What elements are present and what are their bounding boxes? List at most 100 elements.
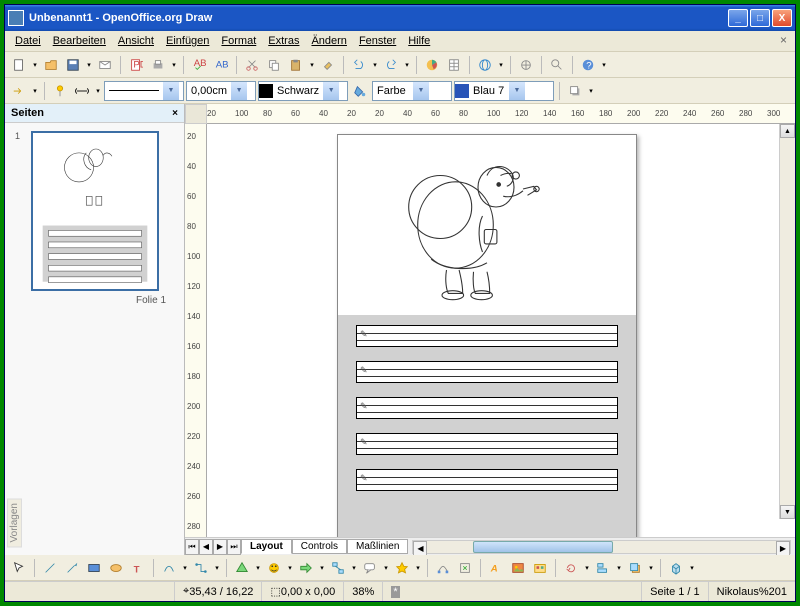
- arrow-line-tool[interactable]: [62, 558, 82, 578]
- vorlagen-tab[interactable]: Vorlagen: [7, 498, 22, 547]
- fill-color-combo[interactable]: Blau 7 ▼: [454, 81, 554, 101]
- menu-einfuegen[interactable]: Einfügen: [160, 33, 215, 49]
- new-dropdown[interactable]: ▾: [31, 55, 39, 75]
- page-thumbnail-1[interactable]: [31, 131, 159, 291]
- line-ends-button[interactable]: [72, 81, 92, 101]
- menu-datei[interactable]: Datei: [9, 33, 47, 49]
- doc-close-icon[interactable]: ×: [776, 33, 791, 49]
- ellipse-tool[interactable]: [106, 558, 126, 578]
- calc-button[interactable]: [444, 55, 464, 75]
- autospell-button[interactable]: ABC: [211, 55, 231, 75]
- cut-button[interactable]: [242, 55, 262, 75]
- select-tool[interactable]: [9, 558, 29, 578]
- line-style-combo[interactable]: ▼: [104, 81, 184, 101]
- gluepoints-tool[interactable]: [455, 558, 475, 578]
- rect-tool[interactable]: [84, 558, 104, 578]
- paste-button[interactable]: [286, 55, 306, 75]
- text-tool[interactable]: T: [128, 558, 148, 578]
- scroll-up-icon[interactable]: ▲: [780, 124, 795, 138]
- spellcheck-button[interactable]: ABC: [189, 55, 209, 75]
- stars-tool[interactable]: [392, 558, 412, 578]
- chart-button[interactable]: [422, 55, 442, 75]
- horizontal-scrollbar[interactable]: ◀ ▶: [412, 540, 791, 554]
- writing-line[interactable]: [356, 361, 618, 383]
- basic-shapes-tool[interactable]: [232, 558, 252, 578]
- from-file-tool[interactable]: [508, 558, 528, 578]
- minimize-button[interactable]: _: [728, 9, 748, 27]
- arrow-style-button[interactable]: [9, 81, 29, 101]
- callouts-tool[interactable]: [360, 558, 380, 578]
- line-color-combo[interactable]: Schwarz ▼: [258, 81, 348, 101]
- line-width-combo[interactable]: 0,00cm ▼: [186, 81, 256, 101]
- scroll-left-icon[interactable]: ◀: [413, 541, 427, 556]
- close-panel-icon[interactable]: ×: [172, 108, 178, 119]
- menu-hilfe[interactable]: Hilfe: [402, 33, 436, 49]
- new-button[interactable]: [9, 55, 29, 75]
- chevron-down-icon[interactable]: ▼: [231, 82, 247, 100]
- shadow-button[interactable]: [565, 81, 585, 101]
- export-pdf-button[interactable]: PDF: [126, 55, 146, 75]
- status-zoom[interactable]: 38%: [344, 582, 383, 601]
- scroll-right-icon[interactable]: ▶: [776, 541, 790, 556]
- chevron-down-icon[interactable]: ▼: [509, 82, 525, 100]
- vertical-scrollbar[interactable]: ▲ ▼: [779, 124, 795, 519]
- tab-first-button[interactable]: ⏮: [185, 539, 199, 555]
- line-style-button[interactable]: [50, 81, 70, 101]
- block-arrows-tool[interactable]: [296, 558, 316, 578]
- tab-layout[interactable]: Layout: [241, 539, 292, 554]
- menu-format[interactable]: Format: [215, 33, 262, 49]
- toolbar-more-2[interactable]: ▾: [688, 558, 696, 578]
- mail-button[interactable]: [95, 55, 115, 75]
- chevron-down-icon[interactable]: ▼: [413, 82, 429, 100]
- redo-button[interactable]: [381, 55, 401, 75]
- extrusion-tool[interactable]: [666, 558, 686, 578]
- tab-masslinien[interactable]: Maßlinien: [347, 539, 408, 554]
- horizontal-ruler[interactable]: 2010080604020204060801001201401601802002…: [207, 104, 795, 124]
- help-dropdown[interactable]: ▾: [600, 55, 608, 75]
- paste-dropdown[interactable]: ▾: [308, 55, 316, 75]
- symbol-shapes-tool[interactable]: [264, 558, 284, 578]
- arrow-style-dropdown[interactable]: ▾: [31, 81, 39, 101]
- chevron-down-icon[interactable]: ▼: [323, 82, 339, 100]
- menu-aendern[interactable]: Ändern: [305, 33, 352, 49]
- print-button[interactable]: [148, 55, 168, 75]
- writing-line[interactable]: [356, 397, 618, 419]
- chevron-down-icon[interactable]: ▼: [163, 82, 179, 100]
- scroll-down-icon[interactable]: ▼: [780, 505, 795, 519]
- writing-line[interactable]: [356, 325, 618, 347]
- points-edit-tool[interactable]: [433, 558, 453, 578]
- undo-button[interactable]: [349, 55, 369, 75]
- santa-image[interactable]: [338, 135, 636, 315]
- help-button[interactable]: ?: [578, 55, 598, 75]
- curve-tool[interactable]: [159, 558, 179, 578]
- writing-lines-area[interactable]: [338, 315, 636, 537]
- zoom-button[interactable]: [547, 55, 567, 75]
- connector-tool[interactable]: [191, 558, 211, 578]
- curve-dropdown[interactable]: ▾: [181, 558, 189, 578]
- print-dropdown[interactable]: ▾: [170, 55, 178, 75]
- toolbar-more[interactable]: ▾: [587, 81, 595, 101]
- close-button[interactable]: X: [772, 9, 792, 27]
- line-ends-dropdown[interactable]: ▾: [94, 81, 102, 101]
- save-button[interactable]: [63, 55, 83, 75]
- arrange-tool[interactable]: [625, 558, 645, 578]
- connector-dropdown[interactable]: ▾: [213, 558, 221, 578]
- tab-prev-button[interactable]: ◀: [199, 539, 213, 555]
- copy-button[interactable]: [264, 55, 284, 75]
- page[interactable]: [337, 134, 637, 537]
- vertical-ruler[interactable]: 20406080100120140160180200220240260280: [185, 124, 207, 537]
- flowchart-tool[interactable]: [328, 558, 348, 578]
- fill-type-combo[interactable]: Farbe ▼: [372, 81, 452, 101]
- save-dropdown[interactable]: ▾: [85, 55, 93, 75]
- menu-extras[interactable]: Extras: [262, 33, 305, 49]
- menu-ansicht[interactable]: Ansicht: [112, 33, 160, 49]
- redo-dropdown[interactable]: ▾: [403, 55, 411, 75]
- writing-line[interactable]: [356, 469, 618, 491]
- undo-dropdown[interactable]: ▾: [371, 55, 379, 75]
- navigator-button[interactable]: [516, 55, 536, 75]
- grid-dropdown[interactable]: ▾: [497, 55, 505, 75]
- menu-bearbeiten[interactable]: Bearbeiten: [47, 33, 112, 49]
- format-paint-button[interactable]: [318, 55, 338, 75]
- open-button[interactable]: [41, 55, 61, 75]
- scrollbar-thumb[interactable]: [473, 541, 613, 553]
